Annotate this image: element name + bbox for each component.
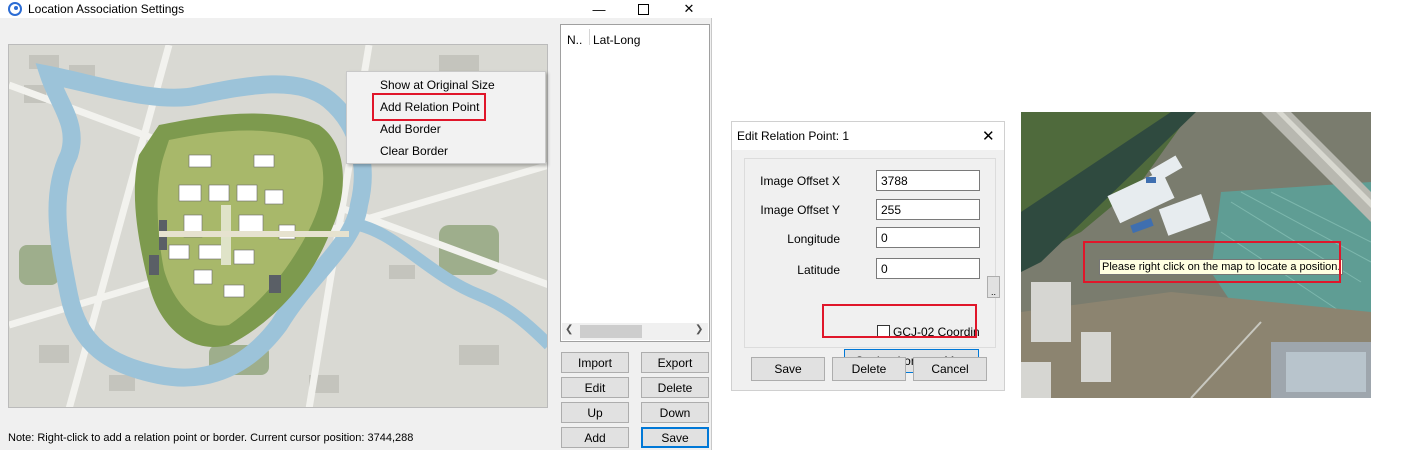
tooltip-highlight-box — [1083, 241, 1341, 283]
close-button[interactable]: ✕ — [666, 0, 712, 18]
latitude-label: Latitude — [797, 263, 840, 277]
set-lat-long-highlight-box — [822, 304, 977, 338]
menu-item-show-original-size[interactable]: Show at Original Size — [380, 78, 495, 92]
move-up-button[interactable]: Up — [561, 402, 629, 423]
dialog-save-button[interactable]: Save — [751, 357, 825, 381]
scrollbar-thumb[interactable] — [580, 325, 642, 338]
scroll-right-arrow-icon[interactable]: ❯ — [695, 324, 703, 335]
menu-highlight-box — [372, 93, 486, 121]
longitude-label: Longitude — [787, 232, 840, 246]
dialog-title-bar: Edit Relation Point: 1 ✕ — [732, 122, 1004, 150]
delete-button[interactable]: Delete — [641, 377, 709, 398]
minimize-button[interactable]: — — [576, 0, 622, 18]
image-offset-y-label: Image Offset Y — [760, 203, 840, 217]
window-title: Location Association Settings — [28, 2, 185, 16]
dialog-title: Edit Relation Point: 1 — [737, 129, 850, 143]
menu-item-clear-border[interactable]: Clear Border — [380, 144, 448, 158]
column-header-number[interactable]: N.. — [567, 33, 582, 47]
relation-point-list[interactable]: N.. Lat-Long ❮ ❯ — [560, 24, 710, 342]
image-offset-x-label: Image Offset X — [760, 174, 840, 188]
export-button[interactable]: Export — [641, 352, 709, 373]
horizontal-scrollbar[interactable]: ❮ ❯ — [562, 323, 708, 340]
scroll-left-arrow-icon[interactable]: ❮ — [565, 324, 573, 335]
image-offset-y-input[interactable] — [876, 199, 980, 220]
save-button[interactable]: Save — [641, 427, 709, 448]
dialog-close-button[interactable]: ✕ — [982, 127, 995, 145]
menu-item-add-border[interactable]: Add Border — [380, 122, 441, 136]
title-bar: Location Association Settings — ✕ — [0, 0, 712, 18]
column-header-lat-long[interactable]: Lat-Long — [593, 33, 640, 47]
longitude-input[interactable] — [876, 227, 980, 248]
maximize-button[interactable] — [620, 0, 666, 18]
app-icon — [8, 2, 22, 16]
maximize-icon — [637, 3, 649, 15]
status-bar: Note: Right-click to add a relation poin… — [8, 432, 414, 444]
browse-coordinates-button[interactable]: .. — [987, 276, 1000, 298]
column-divider[interactable] — [589, 29, 590, 45]
edit-relation-point-dialog: Edit Relation Point: 1 ✕ Image Offset X … — [731, 121, 1005, 391]
move-down-button[interactable]: Down — [641, 402, 709, 423]
main-window: Location Association Settings — ✕ Show a… — [0, 0, 712, 450]
edit-button[interactable]: Edit — [561, 377, 629, 398]
dialog-delete-button[interactable]: Delete — [832, 357, 906, 381]
image-offset-x-input[interactable] — [876, 170, 980, 191]
latitude-input[interactable] — [876, 258, 980, 279]
dialog-cancel-button[interactable]: Cancel — [913, 357, 987, 381]
import-button[interactable]: Import — [561, 352, 629, 373]
add-button[interactable]: Add — [561, 427, 629, 448]
